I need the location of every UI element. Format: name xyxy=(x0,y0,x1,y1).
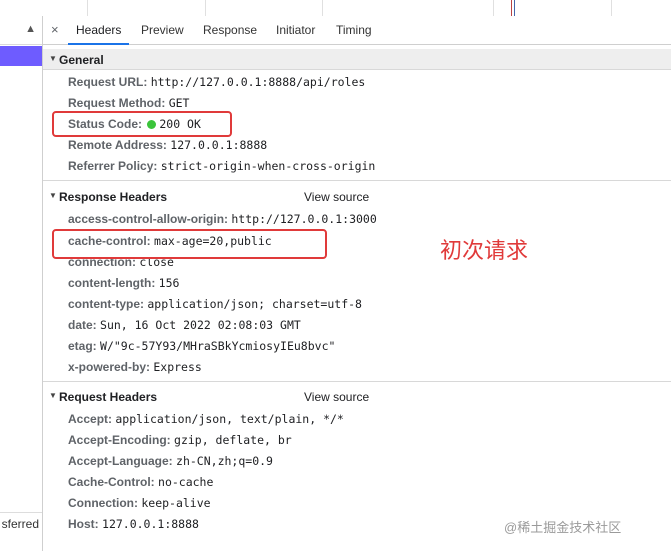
request-list-header: ▲ xyxy=(0,16,42,45)
request-header-row: Host: 127.0.0.1:8888 xyxy=(68,517,199,533)
timeline-tick xyxy=(611,0,612,16)
header-name: Accept-Encoding: xyxy=(68,433,171,447)
tab-preview[interactable]: Preview xyxy=(141,23,184,37)
timeline-marker xyxy=(514,0,515,16)
status-bar: sferred xyxy=(0,512,42,535)
selected-request-row[interactable] xyxy=(0,46,42,66)
general-row-request-method: Request Method: GET xyxy=(68,96,189,112)
header-value: no-cache xyxy=(158,475,214,489)
header-name: Request URL: xyxy=(68,75,148,89)
response-header-row: x-powered-by: Express xyxy=(68,360,202,376)
response-header-row: access-control-allow-origin: http://127.… xyxy=(68,212,377,228)
timeline-tick xyxy=(87,0,88,16)
collapse-triangle-icon: ▼ xyxy=(49,391,57,400)
general-row-referrer-policy: Referrer Policy: strict-origin-when-cros… xyxy=(68,159,375,175)
header-value: http://127.0.0.1:8888/api/roles xyxy=(150,75,366,89)
header-name: content-length: xyxy=(68,276,156,290)
timeline-tick xyxy=(322,0,323,16)
header-name: Accept-Language: xyxy=(68,454,173,468)
header-value: Express xyxy=(153,360,202,374)
header-value: application/json, text/plain, */* xyxy=(115,412,344,426)
response-header-row: etag: W/"9c-57Y93/MHraSBkYcmiosyIEu8bvc" xyxy=(68,339,335,355)
general-section-header[interactable]: ▼ General xyxy=(43,49,671,70)
response-header-row: content-length: 156 xyxy=(68,276,179,292)
section-title: Request Headers xyxy=(59,390,158,404)
response-header-row: content-type: application/json; charset=… xyxy=(68,297,362,313)
request-header-row: Accept-Language: zh-CN,zh;q=0.9 xyxy=(68,454,273,470)
detail-tabs: × Headers Preview Response Initiator Tim… xyxy=(43,16,671,45)
cache-control-highlight-box xyxy=(52,229,327,259)
header-name: Accept: xyxy=(68,412,113,426)
status-code-highlight-box xyxy=(52,111,232,137)
header-value: W/"9c-57Y93/MHraSBkYcmiosyIEu8bvc" xyxy=(100,339,336,353)
response-headers-section-header[interactable]: ▼ Response Headers View source xyxy=(43,186,671,206)
header-value: 127.0.0.1:8888 xyxy=(170,138,268,152)
header-value: strict-origin-when-cross-origin xyxy=(160,159,376,173)
request-headers-section-header[interactable]: ▼ Request Headers View source xyxy=(43,386,671,406)
view-source-link[interactable]: View source xyxy=(304,190,369,204)
header-name: Connection: xyxy=(68,496,138,510)
header-value: 127.0.0.1:8888 xyxy=(102,517,199,531)
header-name: etag: xyxy=(68,339,97,353)
section-title: General xyxy=(59,53,104,67)
header-name: Host: xyxy=(68,517,99,531)
header-value: application/json; charset=utf-8 xyxy=(147,297,362,311)
timeline-marker xyxy=(511,0,512,16)
header-value: Sun, 16 Oct 2022 02:08:03 GMT xyxy=(100,318,301,332)
watermark: @稀土掘金技术社区 xyxy=(504,520,622,535)
header-value: gzip, deflate, br xyxy=(174,433,292,447)
tab-initiator[interactable]: Initiator xyxy=(276,23,315,37)
divider xyxy=(43,180,671,181)
request-header-row: Accept-Encoding: gzip, deflate, br xyxy=(68,433,292,449)
request-header-row: Accept: application/json, text/plain, */… xyxy=(68,412,344,428)
section-title: Response Headers xyxy=(59,190,168,204)
collapse-triangle-icon: ▼ xyxy=(49,54,57,63)
divider xyxy=(43,381,671,382)
view-source-link[interactable]: View source xyxy=(304,390,369,404)
header-name: content-type: xyxy=(68,297,144,311)
header-name: Request Method: xyxy=(68,96,166,110)
header-value: keep-alive xyxy=(141,496,211,510)
header-value: http://127.0.0.1:3000 xyxy=(231,212,377,226)
tab-response[interactable]: Response xyxy=(203,23,257,37)
annotation-text: 初次请求 xyxy=(440,238,529,263)
header-name: Cache-Control: xyxy=(68,475,155,489)
request-list-pane: ▲ sferred xyxy=(0,16,43,551)
timeline-tick xyxy=(205,0,206,16)
timeline-tick xyxy=(493,0,494,16)
request-header-row: Connection: keep-alive xyxy=(68,496,211,512)
collapse-triangle-icon: ▼ xyxy=(49,191,57,200)
header-name: x-powered-by: xyxy=(68,360,151,374)
header-value: zh-CN,zh;q=0.9 xyxy=(176,454,273,468)
sort-up-icon[interactable]: ▲ xyxy=(25,23,36,35)
header-name: Referrer Policy: xyxy=(68,159,158,173)
header-value: GET xyxy=(168,96,190,110)
request-header-row: Cache-Control: no-cache xyxy=(68,475,213,491)
general-row-remote-address: Remote Address: 127.0.0.1:8888 xyxy=(68,138,267,154)
response-header-row: date: Sun, 16 Oct 2022 02:08:03 GMT xyxy=(68,318,301,334)
header-value: 156 xyxy=(158,276,180,290)
waterfall-strip xyxy=(0,0,671,17)
header-name: date: xyxy=(68,318,97,332)
tab-timing[interactable]: Timing xyxy=(336,23,372,37)
tab-headers[interactable]: Headers xyxy=(67,23,130,45)
transferred-label: sferred xyxy=(1,517,39,531)
close-icon[interactable]: × xyxy=(51,22,59,37)
header-name: access-control-allow-origin: xyxy=(68,212,229,226)
header-name: Remote Address: xyxy=(68,138,167,152)
general-row-request-url: Request URL: http://127.0.0.1:8888/api/r… xyxy=(68,75,365,91)
